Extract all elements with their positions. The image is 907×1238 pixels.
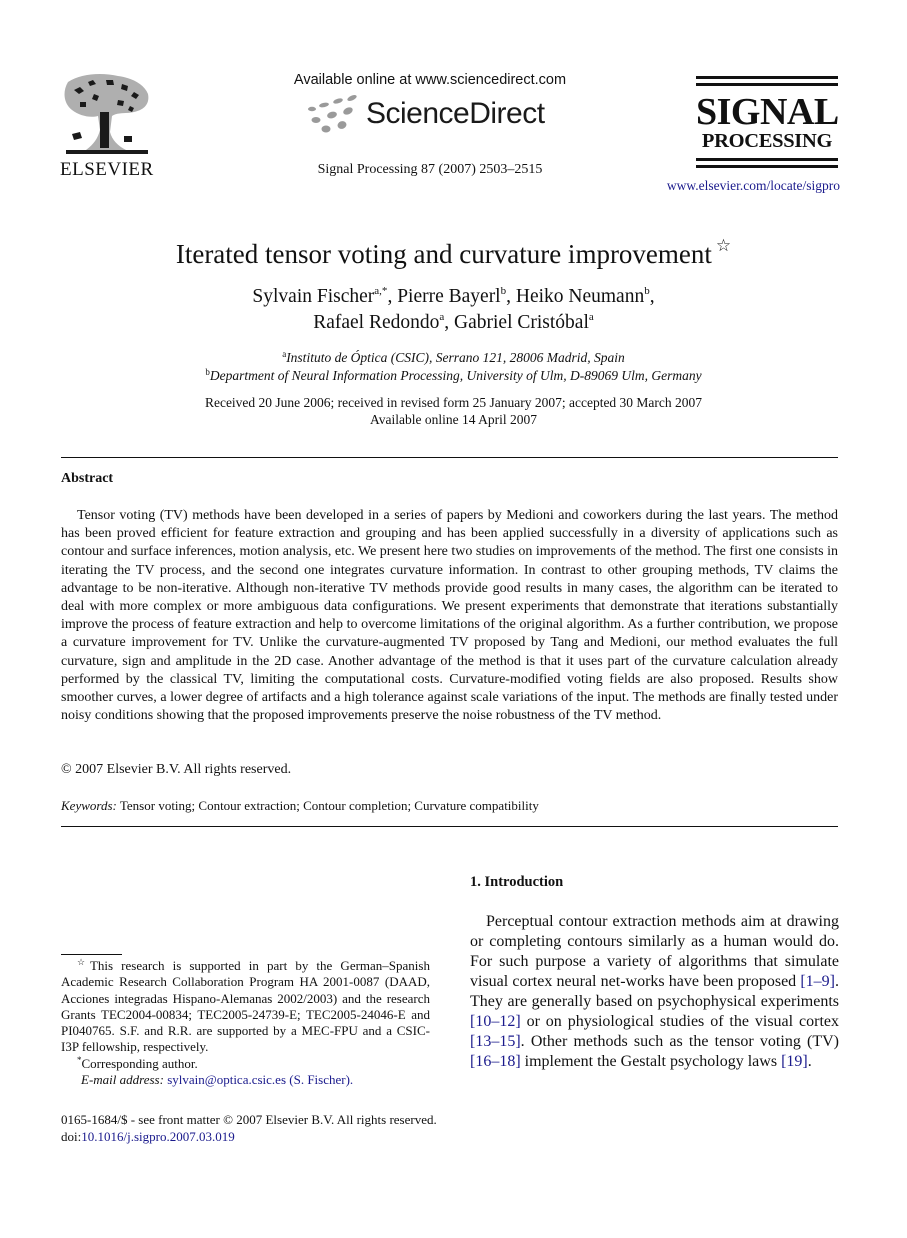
paper-title: Iterated tensor voting and curvature imp… — [0, 236, 907, 270]
available-online-notice: Available online at www.sciencedirect.co… — [293, 72, 567, 88]
author[interactable]: Rafael Redondoa — [313, 312, 444, 334]
footnote-funding: ☆This research is supported in part by t… — [61, 958, 430, 1056]
email-link[interactable]: sylvain@optica.csic.es (S. Fischer). — [167, 1072, 353, 1087]
author-separator: , — [444, 312, 455, 333]
citation-link[interactable]: [1–9] — [800, 973, 835, 990]
doi-label: doi: — [61, 1129, 82, 1144]
logo-rule — [696, 76, 838, 79]
logo-rule — [696, 83, 838, 86]
author-name: Heiko Neumann — [515, 286, 645, 307]
logo-rule — [696, 158, 838, 161]
affiliation-mark: a,* — [374, 285, 388, 297]
received-dates: Received 20 June 2006; received in revis… — [204, 395, 703, 410]
keywords: Keywords: Tensor voting; Contour extract… — [61, 798, 539, 814]
author[interactable]: Pierre Bayerlb — [397, 286, 506, 308]
divider — [61, 826, 838, 827]
citation-link[interactable]: [13–15] — [470, 1033, 521, 1050]
sciencedirect-dots-icon — [308, 94, 357, 133]
intro-text-segment: Perceptual contour extraction methods ai… — [470, 913, 839, 990]
affiliation-text: Instituto de Óptica (CSIC), Serrano 121,… — [286, 350, 625, 365]
logo-word-signal: SIGNAL — [696, 91, 839, 133]
author-separator: , — [649, 286, 655, 307]
author[interactable]: Sylvain Fischera,* — [252, 285, 388, 308]
email-label: E-mail address: — [81, 1072, 164, 1088]
intro-text-segment: . — [807, 1053, 812, 1070]
sciencedirect-wordmark: ScienceDirect — [366, 97, 545, 130]
author[interactable]: Gabriel Cristóbala — [454, 311, 594, 334]
elsevier-logo: ELSEVIER — [60, 72, 154, 180]
issn-line: 0165-1684/$ - see front matter © 2007 El… — [61, 1112, 437, 1127]
elsevier-tree-icon — [64, 74, 149, 154]
journal-url-link[interactable]: www.elsevier.com/locate/sigpro — [630, 178, 840, 194]
logo-rule — [696, 165, 838, 168]
author-separator: , — [506, 286, 516, 307]
affiliation: aInstituto de Óptica (CSIC), Serrano 121… — [0, 350, 907, 366]
divider — [61, 457, 838, 458]
footnote-divider — [61, 954, 122, 955]
author-name: Rafael Redondo — [313, 312, 440, 333]
title-text: Iterated tensor voting and curvature imp… — [175, 239, 712, 269]
abstract-heading: Abstract — [61, 471, 114, 486]
author-name: Gabriel Cristóbal — [454, 312, 589, 333]
authors-line: Rafael Redondoa, Gabriel Cristóbala — [0, 312, 907, 334]
intro-text-segment: implement the Gestalt psychology laws — [520, 1053, 782, 1070]
available-online-date: Available online 14 April 2007 — [370, 412, 537, 427]
citation-link[interactable]: [19] — [781, 1053, 808, 1070]
author-separator: , — [387, 286, 398, 307]
journal-citation: Signal Processing 87 (2007) 2503–2515 — [317, 162, 543, 177]
footnote-corresponding-text: Corresponding author. — [81, 1055, 198, 1071]
citation-link[interactable]: [10–12] — [470, 1013, 521, 1030]
footnote-email: E-mail address: sylvain@optica.csic.es (… — [61, 1072, 430, 1088]
footnote-star-icon: ☆ — [77, 957, 90, 967]
author-name: Pierre Bayerl — [397, 286, 501, 307]
logo-word-processing: PROCESSING — [701, 130, 833, 152]
affiliation-text: Department of Neural Information Process… — [209, 368, 702, 383]
affiliation: bDepartment of Neural Information Proces… — [0, 368, 907, 384]
signal-processing-logo: SIGNAL PROCESSING — [696, 76, 839, 168]
intro-text-segment: or on physiological studies of the visua… — [520, 1013, 839, 1030]
front-matter: 0165-1684/$ - see front matter © 2007 El… — [61, 1111, 437, 1145]
title-footnote-star-icon[interactable]: ☆ — [716, 236, 731, 255]
intro-text-segment: . Other methods such as the tensor votin… — [520, 1033, 839, 1050]
elsevier-wordmark: ELSEVIER — [60, 159, 154, 180]
author-name: Sylvain Fischer — [252, 286, 375, 307]
affiliation-mark: a — [588, 311, 594, 323]
footnote-funding-text: This research is supported in part by th… — [61, 958, 430, 1055]
keywords-list: Tensor voting; Contour extraction; Conto… — [119, 798, 539, 813]
abstract-body: Tensor voting (TV) methods have been dev… — [61, 508, 838, 724]
doi-link[interactable]: 10.1016/j.sigpro.2007.03.019 — [81, 1129, 234, 1144]
section-heading-introduction: 1. Introduction — [470, 874, 564, 890]
doi-line: doi:10.1016/j.sigpro.2007.03.019 — [61, 1128, 437, 1145]
citation-link[interactable]: [16–18] — [470, 1053, 521, 1070]
keywords-label: Keywords: — [61, 798, 117, 813]
sciencedirect-logo[interactable]: ScienceDirect — [306, 94, 546, 138]
authors-line: Sylvain Fischera,*, Pierre Bayerlb, Heik… — [0, 286, 907, 308]
copyright-notice: © 2007 Elsevier B.V. All rights reserved… — [61, 762, 292, 777]
footnotes: ☆This research is supported in part by t… — [61, 958, 430, 1088]
footnote-corresponding: *Corresponding author. — [61, 1055, 430, 1072]
introduction-body: Perceptual contour extraction methods ai… — [470, 912, 839, 1072]
author[interactable]: Heiko Neumannb — [515, 286, 650, 308]
